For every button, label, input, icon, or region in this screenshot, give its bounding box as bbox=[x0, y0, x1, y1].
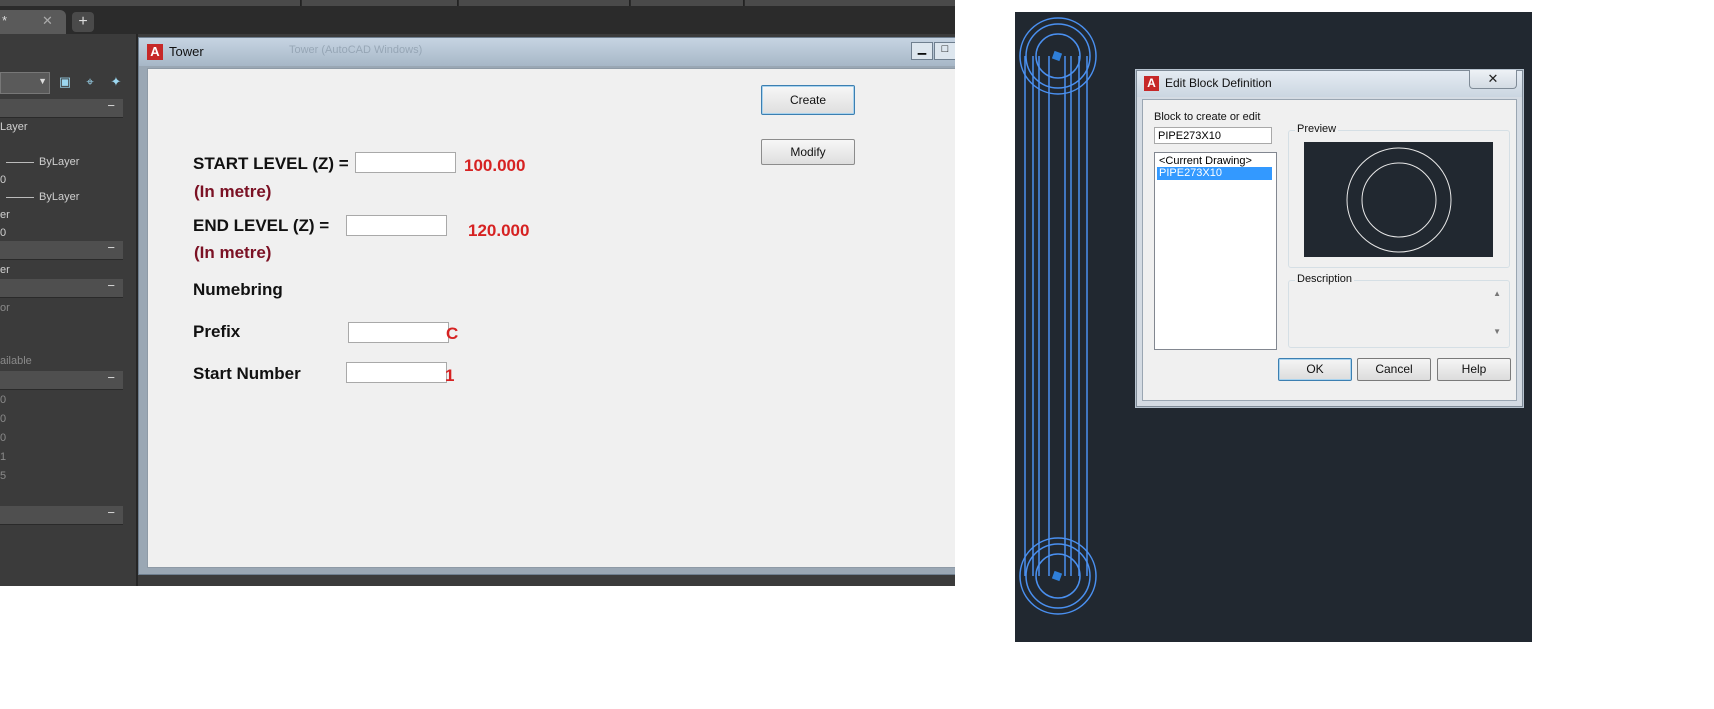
end-level-label: END LEVEL (Z) = bbox=[193, 216, 330, 235]
collapse-icon[interactable]: − bbox=[107, 98, 115, 113]
block-name-input[interactable]: PIPE273X10 bbox=[1154, 127, 1272, 144]
palette-row[interactable]: er bbox=[0, 206, 123, 224]
layer-combobox[interactable]: ▼ bbox=[0, 72, 50, 94]
prefix-value: C bbox=[446, 324, 459, 343]
collapse-icon[interactable]: − bbox=[107, 278, 115, 293]
palette-section-plot[interactable]: − bbox=[0, 278, 123, 298]
palette-row[interactable]: ByLayer bbox=[0, 188, 123, 206]
edit-block-definition-dialog: A Edit Block Definition ✕ Block to creat… bbox=[1136, 70, 1523, 407]
autocad-logo-icon: A bbox=[147, 44, 163, 60]
ribbon-tab-fragment[interactable] bbox=[459, 0, 630, 6]
block-name-label: Block to create or edit bbox=[1154, 111, 1261, 123]
close-tab-icon[interactable]: ✕ bbox=[42, 13, 53, 29]
lineweight-swatch bbox=[6, 196, 34, 198]
dialog-title: Edit Block Definition bbox=[1165, 76, 1272, 90]
window-title: Tower bbox=[169, 44, 204, 59]
collapse-icon[interactable]: − bbox=[107, 370, 115, 385]
palette-row-value: ByLayer bbox=[39, 156, 80, 168]
linetype-swatch bbox=[6, 161, 34, 163]
palette-row[interactable]: ByLayer bbox=[0, 153, 123, 171]
chevron-down-icon: ▼ bbox=[38, 76, 47, 86]
numbering-heading: Numebring bbox=[193, 280, 283, 299]
palette-row[interactable]: or bbox=[0, 299, 123, 317]
start-level-label: START LEVEL (Z) = bbox=[193, 154, 349, 173]
quick-select-icon[interactable]: ▣ bbox=[57, 74, 73, 90]
block-preview-canvas bbox=[1304, 142, 1493, 257]
palette-row[interactable]: 0 bbox=[0, 224, 123, 242]
close-icon[interactable]: ✕ bbox=[1469, 70, 1517, 89]
preview-group: Preview bbox=[1288, 123, 1510, 268]
tower-window: A Tower Tower (AutoCAD Windows) ▁ □ STAR… bbox=[138, 37, 955, 575]
document-tab[interactable]: * ✕ bbox=[0, 10, 66, 34]
preview-drawing bbox=[1346, 147, 1452, 253]
ok-button[interactable]: OK bbox=[1278, 358, 1352, 381]
palette-row[interactable]: 1 bbox=[0, 448, 123, 466]
tower-titlebar[interactable]: A Tower Tower (AutoCAD Windows) ▁ □ bbox=[139, 38, 955, 66]
pickadd-icon[interactable]: ✦ bbox=[108, 74, 124, 90]
start-number-value: 1 bbox=[445, 366, 455, 385]
palette-row[interactable]: 0 bbox=[0, 391, 123, 409]
ribbon-tab-fragment[interactable] bbox=[302, 0, 458, 6]
minimize-icon[interactable]: ▁ bbox=[911, 42, 933, 60]
start-level-value: 100.000 bbox=[464, 156, 526, 175]
document-modified-marker: * bbox=[2, 13, 8, 28]
modify-button[interactable]: Modify bbox=[761, 139, 855, 165]
palette-row[interactable]: ailable bbox=[0, 352, 123, 370]
palette-row[interactable]: 0 bbox=[0, 429, 123, 447]
palette-row[interactable]: 0 bbox=[0, 171, 123, 189]
palette-section-3d[interactable]: − bbox=[0, 240, 123, 260]
grip-bottom bbox=[1051, 570, 1063, 582]
ribbon-tab-fragment[interactable] bbox=[0, 0, 301, 6]
prefix-label: Prefix bbox=[193, 322, 241, 341]
maximize-icon[interactable]: □ bbox=[934, 42, 955, 60]
grip-top bbox=[1051, 50, 1063, 62]
block-listbox[interactable]: <Current Drawing> PIPE273X10 bbox=[1154, 152, 1277, 350]
start-level-unit: (In metre) bbox=[194, 182, 272, 201]
palette-section-view[interactable]: − bbox=[0, 370, 123, 390]
preview-inner-circle bbox=[1361, 162, 1437, 238]
scroll-down-icon[interactable]: ▼ bbox=[1493, 327, 1501, 336]
end-level-unit: (In metre) bbox=[194, 243, 272, 262]
scroll-up-icon[interactable]: ▲ bbox=[1493, 289, 1501, 298]
ribbon-tab-fragment[interactable] bbox=[745, 0, 955, 6]
properties-palette: ▼ ▣ ⌖ ✦ − Layer ByLayer 0 ByLayer er 0 −… bbox=[0, 34, 136, 586]
prefix-input[interactable] bbox=[348, 322, 449, 343]
palette-section-misc[interactable]: − bbox=[0, 505, 123, 525]
end-level-value: 120.000 bbox=[468, 221, 530, 240]
collapse-icon[interactable]: − bbox=[107, 505, 115, 520]
autocad-logo-icon: A bbox=[1144, 76, 1159, 91]
new-tab-plus-icon[interactable]: + bbox=[72, 12, 94, 32]
palette-row[interactable]: 5 bbox=[0, 467, 123, 485]
description-group: Description ▲ ▼ bbox=[1288, 273, 1510, 348]
list-item-selected[interactable]: PIPE273X10 bbox=[1157, 167, 1272, 180]
palette-row[interactable]: er bbox=[0, 261, 123, 279]
palette-section-general[interactable]: − bbox=[0, 98, 123, 118]
collapse-icon[interactable]: − bbox=[107, 240, 115, 255]
help-button[interactable]: Help bbox=[1437, 358, 1511, 381]
start-level-input[interactable] bbox=[355, 152, 456, 173]
select-objects-icon[interactable]: ⌖ bbox=[82, 74, 98, 90]
ribbon-tab-fragment[interactable] bbox=[631, 0, 744, 6]
start-number-label: Start Number bbox=[193, 364, 301, 383]
description-label: Description bbox=[1295, 273, 1355, 285]
dialog-titlebar[interactable]: A Edit Block Definition ✕ bbox=[1137, 70, 1522, 97]
palette-row[interactable]: Layer bbox=[0, 118, 123, 136]
preview-outer-circle bbox=[1346, 147, 1452, 253]
create-button[interactable]: Create bbox=[761, 85, 855, 115]
blurred-title-text: Tower (AutoCAD Windows) bbox=[289, 44, 423, 56]
document-tab-strip: * ✕ + bbox=[0, 0, 955, 34]
palette-row-value: ByLayer bbox=[39, 191, 80, 203]
autocad-left-area: * ✕ + ▼ ▣ ⌖ ✦ − Layer ByLayer 0 ByLayer … bbox=[0, 0, 955, 586]
tower-form: START LEVEL (Z) = 100.000 (In metre) END… bbox=[147, 68, 955, 568]
start-number-input[interactable] bbox=[346, 362, 447, 383]
preview-label: Preview bbox=[1295, 123, 1339, 135]
cancel-button[interactable]: Cancel bbox=[1357, 358, 1431, 381]
palette-row[interactable]: 0 bbox=[0, 410, 123, 428]
end-level-input[interactable] bbox=[346, 215, 447, 236]
dialog-body: Block to create or edit PIPE273X10 <Curr… bbox=[1142, 99, 1517, 401]
